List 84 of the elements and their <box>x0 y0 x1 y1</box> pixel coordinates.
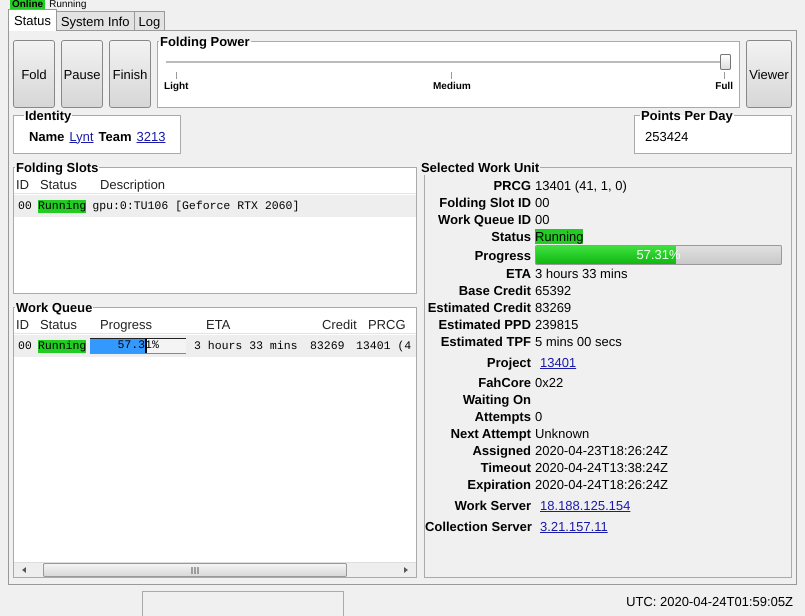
field-label: Expiration <box>466 477 532 492</box>
field-label: Next Attempt <box>450 426 532 441</box>
column-header[interactable]: Progress <box>98 316 204 332</box>
field-label: Attempts <box>474 409 532 424</box>
field-label: Timeout <box>480 460 532 475</box>
field-label: Estimated PPD <box>438 317 532 332</box>
status-text: Running <box>49 0 86 10</box>
column-header[interactable]: ID <box>14 176 38 192</box>
field-label: Progress <box>474 248 532 262</box>
field-value: 2020-04-23T18:26:24Z <box>535 443 668 458</box>
tab[interactable]: Status <box>8 9 57 31</box>
field-value: 2020-04-24T13:38:24Z <box>535 460 668 475</box>
table-cell-text: 00 <box>17 200 33 212</box>
table-cell-text: 13401 (4 <box>355 340 412 352</box>
name-link[interactable]: Lynt <box>69 128 94 144</box>
field-value: 0x22 <box>535 375 564 390</box>
horizontal-scrollbar[interactable] <box>14 562 416 577</box>
group-title: Points Per Day <box>640 108 734 123</box>
field-label: Team <box>98 128 132 144</box>
slider-thumb[interactable] <box>720 54 731 70</box>
field-label: ETA <box>504 266 532 281</box>
column-header[interactable]: Description <box>98 176 400 192</box>
server-link[interactable]: 3.21.157.11 <box>540 519 608 534</box>
field-value: 2020-04-24T18:26:24Z <box>535 477 668 492</box>
column-header[interactable]: PRCG <box>366 316 428 332</box>
field-label: FahCore <box>477 375 532 390</box>
tab[interactable]: Log <box>134 11 166 31</box>
utc-time: UTC: 2020-04-24T01:59:05Z <box>626 594 793 609</box>
server-link[interactable]: 13401 <box>540 355 576 370</box>
action-button[interactable]: Pause <box>61 40 103 108</box>
status-badge: Online <box>10 0 46 10</box>
field-label: Estimated Credit <box>426 300 532 315</box>
field-label: Estimated TPF <box>440 334 532 349</box>
column-header[interactable]: ETA <box>204 316 320 332</box>
viewer-button[interactable]: Viewer <box>746 40 792 108</box>
field-label: Base Credit <box>458 283 532 298</box>
field-label: Name <box>29 128 64 144</box>
column-header[interactable]: Credit <box>320 316 366 332</box>
field-value: Unknown <box>535 426 590 441</box>
scroll-thumb[interactable] <box>43 563 347 577</box>
field-label: Work Server <box>454 498 532 513</box>
field-label: Assigned <box>471 443 532 458</box>
column-header[interactable]: Status <box>38 316 98 332</box>
status-label: Running <box>535 229 584 244</box>
field-value: 00 <box>535 212 550 227</box>
tick-label: Medium <box>432 81 471 92</box>
group-title: Folding Power <box>159 34 251 49</box>
field-value: 83269 <box>535 300 572 315</box>
action-button[interactable]: Finish <box>109 40 151 108</box>
table-cell-text: 3 hours 33 mins <box>193 340 299 352</box>
field-value: 239815 <box>535 317 578 332</box>
tick-label: Full <box>715 81 733 92</box>
tick-label: Light <box>164 81 188 92</box>
field-label: Work Queue ID <box>437 212 532 227</box>
column-header[interactable]: Status <box>38 176 98 192</box>
field-label: Folding Slot ID <box>438 195 532 210</box>
field-label: Collection Server <box>425 519 533 534</box>
status-label: Running <box>38 340 86 352</box>
field-value: 65392 <box>535 283 572 298</box>
server-link[interactable]: 18.188.125.154 <box>540 498 630 513</box>
points-value: 253424 <box>645 128 688 144</box>
table-cell-text: gpu:0:TU106 [Geforce RTX 2060] <box>91 200 300 212</box>
team-link[interactable]: 3213 <box>136 128 166 144</box>
group-title: Selected Work Unit <box>420 160 540 175</box>
field-value: 00 <box>535 195 550 210</box>
list-row[interactable]: 00 Running gpu:0:TU106 [Geforce RTX 2060] <box>14 195 416 217</box>
grip-icon <box>191 566 199 574</box>
table-cell-text: 00 <box>17 340 33 352</box>
group-title: Work Queue <box>15 300 94 315</box>
field-label: Project <box>486 355 532 370</box>
field-value: 0 <box>535 409 542 424</box>
field-label: Waiting On <box>462 392 532 407</box>
field-label: PRCG <box>492 178 532 193</box>
action-button[interactable]: Fold <box>13 40 55 108</box>
field-value: 3 hours 33 mins <box>535 266 628 281</box>
tab[interactable]: System Info <box>56 11 134 31</box>
group-title: Folding Slots <box>15 160 100 175</box>
table-cell-text: 83269 <box>309 340 346 352</box>
group-title: Identity <box>24 108 72 123</box>
column-header[interactable]: ID <box>14 316 38 332</box>
field-label: Status <box>490 229 532 244</box>
field-value: 13401 (41, 1, 0) <box>535 178 627 193</box>
status-label: Running <box>38 200 86 212</box>
field-value: 5 mins 00 secs <box>535 334 622 349</box>
